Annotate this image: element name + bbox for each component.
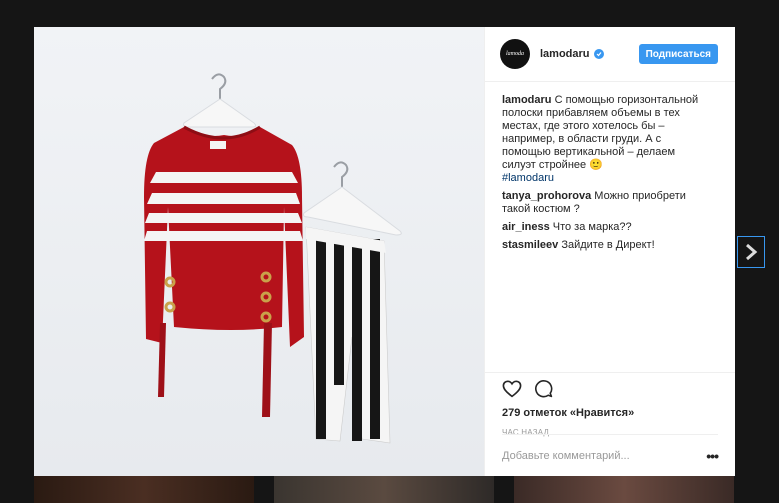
verified-badge-icon [593,49,604,59]
post-photo [34,27,484,476]
comment-username[interactable]: air_iness [502,221,550,233]
comment-input[interactable] [502,449,707,462]
post-header: lamoda lamodaru Подписаться [485,27,735,82]
clothing-photo-illustration [144,73,402,444]
post-caption: lamodaru С помощью горизонтальной полоск… [502,94,707,185]
comment-username[interactable]: tanya_prohorova [502,190,591,202]
caption-username[interactable]: lamodaru [502,94,552,106]
follow-button[interactable]: Подписаться [638,44,718,64]
comment-item: air_iness Что за марка?? [502,221,712,234]
avatar-logo-text: lamoda [506,51,524,57]
username[interactable]: lamodaru [540,48,590,60]
hashtag-link[interactable]: #lamodaru [502,172,554,184]
likes-count[interactable]: 279 отметок «Нравится» [502,407,718,419]
comment-icon[interactable] [534,379,553,401]
action-icons [502,373,718,405]
background-thumbnail[interactable] [34,476,254,503]
background-thumbnail[interactable] [514,476,734,503]
comment-item: tanya_prohorova Можно приобрети такой ко… [502,190,712,216]
background-thumbnail[interactable] [274,476,494,503]
heart-icon[interactable] [502,379,522,401]
post-modal: lamoda lamodaru Подписаться lamodaru С п… [34,27,735,476]
add-comment-bar: ••• [502,434,719,476]
avatar[interactable]: lamoda [500,39,530,69]
comment-text: Зайдите в Директ! [558,239,655,251]
next-post-button[interactable] [737,236,765,268]
comment-text: Что за марка?? [549,221,632,233]
post-sidebar: lamoda lamodaru Подписаться lamodaru С п… [484,27,735,476]
comment-item: stasmileev Зайдите в Директ! [502,239,712,252]
comment-username[interactable]: stasmileev [502,239,558,251]
post-actions: 279 отметок «Нравится» час назад [485,372,735,437]
chevron-right-icon [746,243,758,261]
comments-list: lamodaru С помощью горизонтальной полоск… [485,82,735,252]
more-icon[interactable]: ••• [706,448,719,464]
